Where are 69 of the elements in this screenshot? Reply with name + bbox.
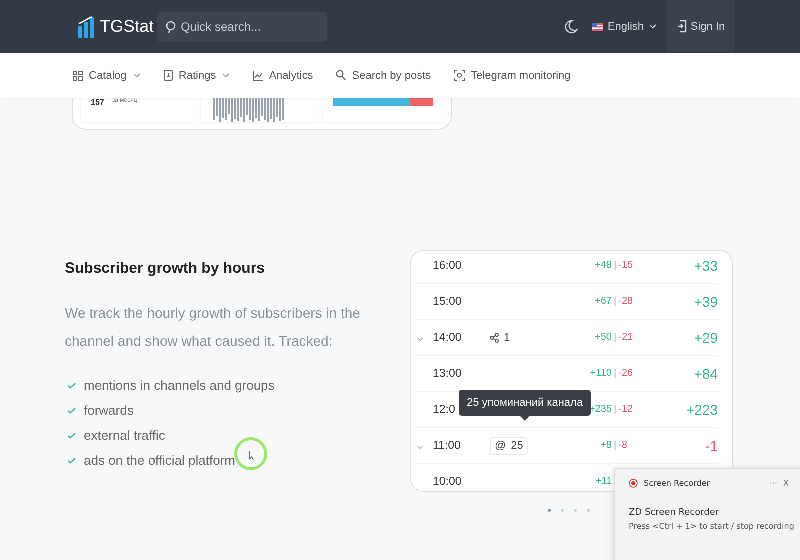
check-icon <box>68 382 76 388</box>
nav-link[interactable]: Telegram monitoring <box>454 70 571 82</box>
time-text: 11:00 <box>433 440 462 452</box>
line-chart-icon <box>253 70 264 80</box>
total-text: +33 <box>694 258 718 274</box>
moon-icon[interactable] <box>564 20 578 34</box>
record-icon <box>629 479 638 488</box>
total-text: +223 <box>686 402 718 418</box>
pagination-dot[interactable] <box>574 509 577 512</box>
change-text: +110 | -26 <box>589 368 634 379</box>
logo-text[interactable]: TGStat <box>100 16 154 36</box>
sign-in-button[interactable]: Sign In <box>667 0 735 53</box>
total-text: +84 <box>694 366 718 382</box>
nav-link[interactable]: Catalog <box>73 70 141 82</box>
chevron-down-icon[interactable] <box>417 444 424 450</box>
time-text: 10:00 <box>433 476 463 488</box>
ranking-icon <box>164 70 173 81</box>
check-icon <box>68 408 76 414</box>
total-text: +39 <box>694 294 718 310</box>
app-name: Screen Recorder <box>644 479 710 488</box>
at-icon: @ <box>495 440 506 452</box>
pagination-dot[interactable] <box>587 509 590 512</box>
total-text: +29 <box>694 330 718 346</box>
search-icon <box>166 20 177 32</box>
share-icon <box>490 332 499 342</box>
notification-title: ZD Screen Recorder <box>629 508 720 518</box>
time-text: 13:00 <box>433 368 463 380</box>
sign-in-icon <box>676 20 687 33</box>
time-text: 12:0 <box>433 404 456 416</box>
forward-count[interactable]: 1 <box>490 332 510 344</box>
grid-icon <box>73 70 83 80</box>
nav-link[interactable]: Ratings <box>164 70 230 82</box>
scan-icon <box>454 70 466 81</box>
nav-link[interactable]: Analytics <box>253 70 314 82</box>
change-text: +48 | -15 <box>594 260 634 271</box>
feature-item: external traffic <box>84 428 166 443</box>
change-text: +67 | -28 <box>594 296 634 307</box>
tooltip-pointer-icon <box>520 416 530 421</box>
time-text: 15:00 <box>433 296 463 308</box>
change-text: +11 <box>594 476 612 487</box>
feature-item: forwards <box>84 403 134 418</box>
count-text: 25 <box>511 440 524 452</box>
nav-link[interactable]: Search by posts <box>336 70 432 82</box>
check-icon <box>68 432 76 438</box>
flag-icon <box>592 22 603 30</box>
notification-message: Press <Ctrl + 1> to start / stop recording <box>629 522 796 531</box>
mention-count[interactable]: @ 25 <box>490 436 528 454</box>
pagination-dot[interactable] <box>548 509 551 512</box>
chevron-down-icon <box>649 24 657 29</box>
tooltip: 25 упоминаний канала <box>459 390 592 416</box>
chevron-down-icon[interactable] <box>417 336 424 342</box>
pagination-dot[interactable] <box>561 509 564 512</box>
change-text: +50 | -21 <box>594 332 634 343</box>
language-selector[interactable]: English <box>592 20 657 32</box>
change-text: +8 | -8 <box>600 440 628 451</box>
cursor-highlight-icon <box>234 437 268 471</box>
total-text: -1 <box>706 438 718 454</box>
count-text: 157 <box>91 98 104 107</box>
section-description: We track the hourly growth of subscribers in the channel and show what caused it. Tracked: <box>65 304 362 351</box>
search-icon <box>336 70 346 81</box>
time-text: 14:00 <box>433 332 463 344</box>
check-icon <box>68 458 76 464</box>
time-text: 16:00 <box>433 260 463 272</box>
search-field[interactable]: Quick search... <box>157 12 327 42</box>
feature-item: mentions in channels and groups <box>84 378 275 393</box>
close-button[interactable]: X <box>784 479 789 488</box>
logo-icon <box>78 16 96 38</box>
section-title: Subscriber growth by hours <box>65 260 266 277</box>
feature-item: ads on the official platform <box>84 453 236 468</box>
